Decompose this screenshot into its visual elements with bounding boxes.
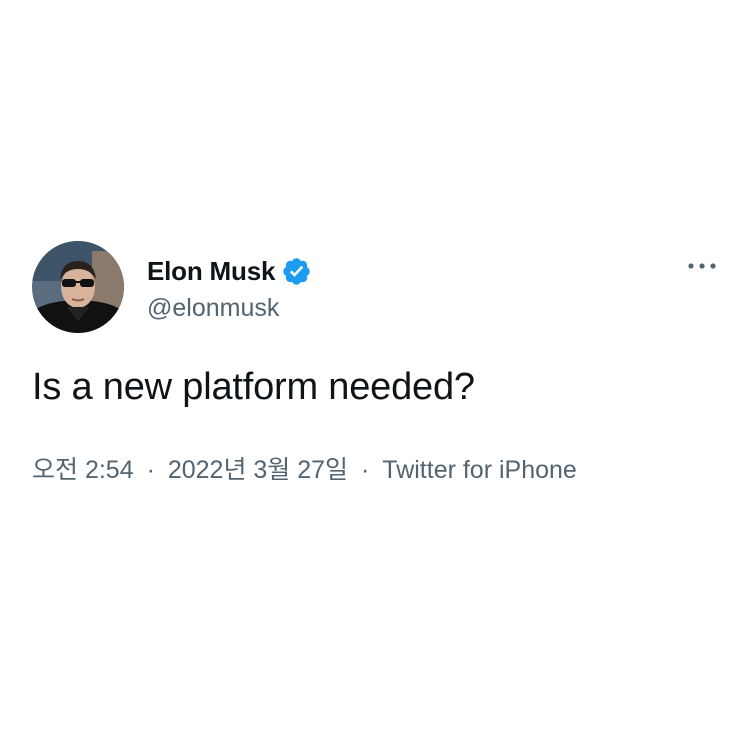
more-options-icon[interactable] [686, 258, 718, 274]
tweet-time[interactable]: 오전 2:54 [32, 456, 134, 484]
avatar-image [32, 241, 124, 333]
meta-separator: · [361, 456, 370, 484]
tweet-header: Elon Musk @elonmusk [32, 241, 312, 333]
author-names: Elon Musk @elonmusk [147, 252, 312, 323]
tweet-source: Twitter for iPhone [382, 456, 577, 484]
avatar[interactable] [32, 241, 124, 333]
display-name[interactable]: Elon Musk [147, 256, 275, 287]
tweet-date[interactable]: 2022년 3월 27일 [168, 456, 348, 484]
meta-separator: · [146, 456, 155, 484]
tweet-text: Is a new platform needed? [32, 366, 475, 408]
verified-badge-icon [281, 256, 312, 287]
author-handle[interactable]: @elonmusk [147, 294, 312, 323]
name-row: Elon Musk [147, 252, 312, 292]
tweet-card: Elon Musk @elonmusk Is a new platform ne… [0, 0, 746, 746]
tweet-meta: 오전 2:54 · 2022년 3월 27일 · Twitter for iPh… [32, 450, 577, 486]
